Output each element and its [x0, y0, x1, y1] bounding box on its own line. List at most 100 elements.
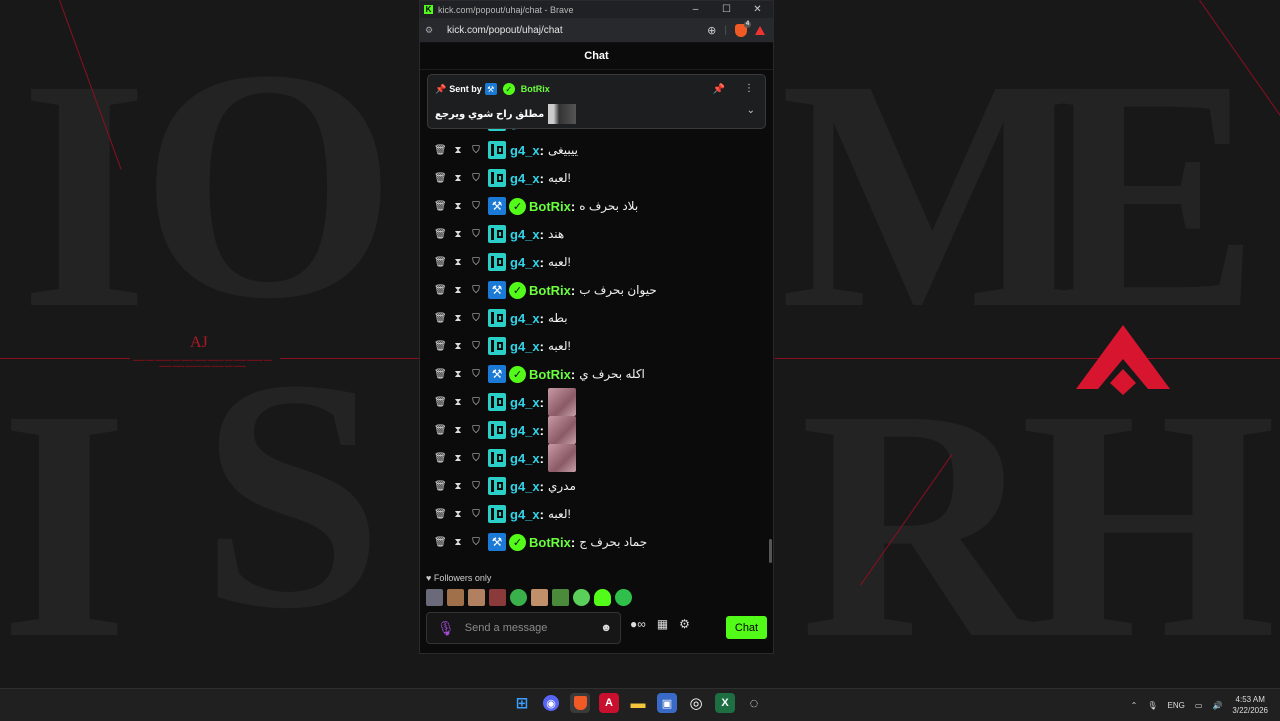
gear-icon[interactable]: ⚙: [679, 617, 690, 631]
timeout-icon[interactable]: ⧗: [452, 229, 464, 240]
timeout-icon[interactable]: ⧗: [452, 425, 464, 436]
ban-shield-icon[interactable]: ⛉: [470, 257, 482, 268]
ban-shield-icon[interactable]: ⛉: [470, 397, 482, 408]
timeout-icon[interactable]: ⧗: [452, 341, 464, 352]
ban-shield-icon[interactable]: ⛉: [470, 341, 482, 352]
delete-icon[interactable]: 🗑: [434, 481, 447, 492]
delete-icon[interactable]: 🗑: [434, 341, 447, 352]
ban-shield-icon[interactable]: ⛉: [470, 313, 482, 324]
chat-username[interactable]: g4_x: [510, 507, 540, 522]
more-options-icon[interactable]: ⋮: [744, 83, 754, 94]
message-input[interactable]: 🎙 Send a message ☻: [426, 612, 621, 644]
chevron-up-icon[interactable]: ⌃: [1131, 701, 1138, 710]
emoji-icon[interactable]: ☻: [600, 622, 612, 634]
timeout-icon[interactable]: ⧗: [452, 369, 464, 380]
app-icon[interactable]: ▣: [657, 693, 677, 713]
ban-shield-icon[interactable]: ⛉: [470, 229, 482, 240]
emote[interactable]: [615, 589, 632, 606]
windows-start-icon[interactable]: ⊞: [512, 693, 532, 713]
kicks-icon[interactable]: ●∞: [630, 617, 646, 631]
emote[interactable]: [468, 589, 485, 606]
discord-icon[interactable]: ◉: [543, 695, 559, 711]
emote[interactable]: [573, 589, 590, 606]
delete-icon[interactable]: 🗑: [434, 509, 447, 520]
timeout-icon[interactable]: ⧗: [452, 285, 464, 296]
chat-username[interactable]: g4_x: [510, 451, 540, 466]
pinned-sender-name[interactable]: BotRix: [521, 84, 550, 94]
delete-icon[interactable]: 🗑: [434, 229, 447, 240]
delete-icon[interactable]: 🗑: [434, 537, 447, 548]
microphone-icon[interactable]: 🎙: [1147, 701, 1157, 710]
emote[interactable]: [594, 589, 611, 606]
timeout-icon[interactable]: ⧗: [452, 537, 464, 548]
close-button[interactable]: ✕: [742, 4, 773, 15]
delete-icon[interactable]: 🗑: [434, 257, 447, 268]
send-chat-button[interactable]: Chat: [726, 616, 767, 639]
timeout-icon[interactable]: ⧗: [452, 509, 464, 520]
chat-username[interactable]: g4_x: [510, 255, 540, 270]
language-indicator[interactable]: ENG: [1168, 701, 1185, 710]
network-icon[interactable]: ▭: [1195, 701, 1203, 710]
emote[interactable]: [426, 589, 443, 606]
ban-shield-icon[interactable]: ⛉: [470, 369, 482, 380]
ban-shield-icon[interactable]: ⛉: [470, 201, 482, 212]
timeout-icon[interactable]: ⧗: [452, 173, 464, 184]
delete-icon[interactable]: 🗑: [434, 453, 447, 464]
microphone-icon[interactable]: 🎙: [437, 620, 455, 637]
emote[interactable]: [489, 589, 506, 606]
ban-shield-icon[interactable]: ⛉: [470, 509, 482, 520]
excel-icon[interactable]: X: [715, 693, 735, 713]
ban-shield-icon[interactable]: ⛉: [470, 145, 482, 156]
obs-icon[interactable]: ◎: [686, 693, 706, 713]
volume-icon[interactable]: 🔊: [1212, 701, 1222, 710]
store-icon[interactable]: ▦: [657, 617, 668, 631]
brave-shields-icon[interactable]: 4: [735, 20, 751, 37]
file-explorer-icon[interactable]: ▬: [628, 693, 648, 713]
chat-username[interactable]: BotRix: [529, 199, 571, 214]
timeout-icon[interactable]: ⧗: [452, 397, 464, 408]
chevron-down-icon[interactable]: ⌄: [747, 105, 755, 116]
delete-icon[interactable]: 🗑: [434, 397, 447, 408]
chat-username[interactable]: g4_x: [510, 311, 540, 326]
emote[interactable]: [447, 589, 464, 606]
chat-username[interactable]: g4_x: [510, 143, 540, 158]
address-bar[interactable]: ⚙ kick.com/popout/uhaj/chat ⊕ | 4: [420, 18, 773, 43]
chat-username[interactable]: g4_x: [510, 339, 540, 354]
minimize-button[interactable]: –: [680, 4, 711, 15]
delete-icon[interactable]: 🗑: [434, 201, 447, 212]
delete-icon[interactable]: 🗑: [434, 285, 447, 296]
chat-username[interactable]: g4_x: [510, 171, 540, 186]
emote[interactable]: [552, 589, 569, 606]
timeout-icon[interactable]: ⧗: [452, 145, 464, 156]
chat-username[interactable]: BotRix: [529, 367, 571, 382]
timeout-icon[interactable]: ⧗: [452, 257, 464, 268]
ban-shield-icon[interactable]: ⛉: [470, 285, 482, 296]
chat-username[interactable]: g4_x: [510, 395, 540, 410]
chat-username[interactable]: g4_x: [510, 227, 540, 242]
delete-icon[interactable]: 🗑: [434, 173, 447, 184]
url-text[interactable]: kick.com/popout/uhaj/chat: [447, 25, 563, 36]
unpin-icon[interactable]: 📌: [713, 84, 725, 95]
clock[interactable]: 4:53 AM 3/22/2026: [1232, 694, 1268, 716]
ban-shield-icon[interactable]: ⛉: [470, 481, 482, 492]
timeout-icon[interactable]: ⧗: [452, 453, 464, 464]
message-placeholder[interactable]: Send a message: [465, 622, 601, 634]
timeout-icon[interactable]: ⧗: [452, 313, 464, 324]
apex-legends-icon[interactable]: A: [599, 693, 619, 713]
brave-browser-icon[interactable]: [570, 693, 590, 713]
emote[interactable]: [510, 589, 527, 606]
chat-username[interactable]: g4_x: [510, 479, 540, 494]
timeout-icon[interactable]: ⧗: [452, 481, 464, 492]
scrollbar[interactable]: [769, 539, 772, 563]
ban-shield-icon[interactable]: ⛉: [470, 425, 482, 436]
delete-icon[interactable]: 🗑: [434, 369, 447, 380]
chat-username[interactable]: g4_x: [510, 423, 540, 438]
emote[interactable]: [531, 589, 548, 606]
site-settings-icon[interactable]: ⚙: [425, 25, 443, 36]
timeout-icon[interactable]: ⧗: [452, 201, 464, 212]
ban-shield-icon[interactable]: ⛉: [470, 537, 482, 548]
chat-username[interactable]: BotRix: [529, 535, 571, 550]
ban-shield-icon[interactable]: ⛉: [470, 173, 482, 184]
steam-icon[interactable]: ◌: [744, 693, 764, 713]
delete-icon[interactable]: 🗑: [434, 313, 447, 324]
